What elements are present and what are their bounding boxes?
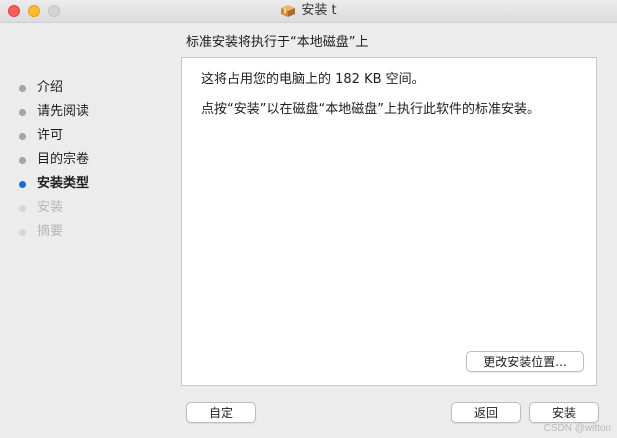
step-dot-icon	[19, 181, 26, 188]
sidebar-step-summary: 摘要	[18, 222, 168, 246]
step-label: 安装类型	[37, 176, 90, 191]
installer-window: 安装 t 标准安装将执行于“本地磁盘”上 介绍 请先阅读 许可 目的宗卷 安装类…	[0, 0, 617, 438]
back-button[interactable]: 返回	[451, 402, 521, 423]
window-title: 安装 t	[301, 3, 337, 18]
watermark: CSDN @witton	[543, 423, 611, 434]
step-label: 请先阅读	[37, 104, 90, 119]
title-bar: 安装 t	[0, 0, 617, 23]
step-label: 安装	[37, 200, 64, 215]
step-label: 许可	[37, 128, 64, 143]
sidebar-step-installation: 安装	[18, 198, 168, 222]
sidebar-step-destination: 目的宗卷	[18, 150, 168, 174]
step-label: 摘要	[37, 224, 64, 239]
step-dot-icon	[19, 229, 26, 236]
step-dot-icon	[19, 205, 26, 212]
sidebar-step-license: 许可	[18, 126, 168, 150]
disk-space-text: 这将占用您的电脑上的 182 KB 空间。	[201, 72, 425, 87]
step-sidebar: 介绍 请先阅读 许可 目的宗卷 安装类型 安装 摘要	[18, 78, 168, 246]
change-install-location-button[interactable]: 更改安装位置...	[466, 351, 584, 372]
window-title-group: 安装 t	[0, 2, 617, 21]
step-dot-icon	[19, 133, 26, 140]
customize-button[interactable]: 自定	[186, 402, 256, 423]
step-label: 目的宗卷	[37, 152, 90, 167]
step-label: 介绍	[37, 80, 64, 95]
sidebar-step-introduction: 介绍	[18, 78, 168, 102]
step-dot-icon	[19, 85, 26, 92]
pane-heading: 标准安装将执行于“本地磁盘”上	[186, 35, 369, 50]
install-instruction-text: 点按“安装”以在磁盘“本地磁盘”上执行此软件的标准安装。	[201, 102, 540, 117]
step-dot-icon	[19, 109, 26, 116]
package-icon	[280, 4, 296, 18]
sidebar-step-read-me: 请先阅读	[18, 102, 168, 126]
sidebar-step-installation-type: 安装类型	[18, 174, 168, 198]
install-button[interactable]: 安装	[529, 402, 599, 423]
content-pane: 这将占用您的电脑上的 182 KB 空间。 点按“安装”以在磁盘“本地磁盘”上执…	[181, 57, 597, 386]
step-dot-icon	[19, 157, 26, 164]
